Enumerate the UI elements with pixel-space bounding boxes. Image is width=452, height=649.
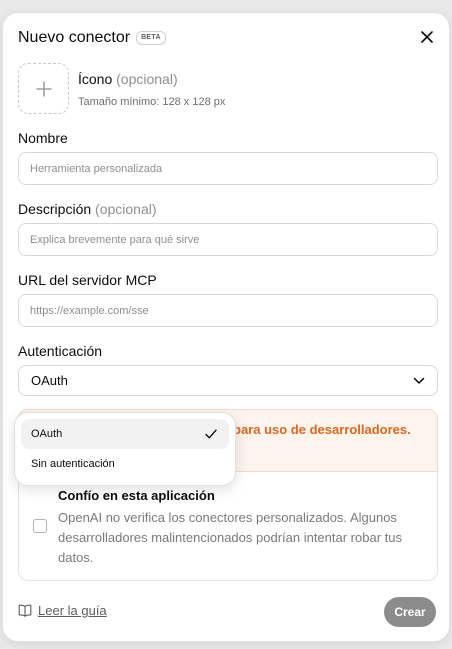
name-input[interactable] <box>18 152 438 185</box>
read-guide-text: Leer la guía <box>38 603 107 618</box>
auth-option-none[interactable]: Sin autenticación <box>21 449 229 479</box>
new-connector-dialog: Nuevo conector BETA Ícono (opcional) Tam… <box>2 12 450 642</box>
auth-select-value: OAuth <box>31 373 68 388</box>
description-optional-text: (opcional) <box>95 201 157 217</box>
dialog-title: Nuevo conector BETA <box>18 28 166 48</box>
description-label: Descripción (opcional) <box>18 200 157 218</box>
checkmark-icon <box>205 429 217 439</box>
auth-option-label: OAuth <box>31 428 63 440</box>
description-label-text: Descripción <box>18 201 92 217</box>
close-icon <box>421 31 433 43</box>
trust-description: OpenAI no verifica los conectores person… <box>58 510 402 565</box>
icon-size-hint: Tamaño mínimo: 128 x 128 px <box>78 96 226 108</box>
auth-option-oauth[interactable]: OAuth <box>21 419 229 449</box>
icon-label-text: Ícono <box>78 71 113 87</box>
warning-text: para uso de desarrolladores. <box>233 422 411 437</box>
plus-icon <box>35 80 52 97</box>
chevron-down-icon <box>413 377 425 384</box>
book-icon <box>18 604 32 617</box>
read-guide-link[interactable]: Leer la guía <box>18 603 107 618</box>
auth-option-label: Sin autenticación <box>31 458 115 470</box>
create-button[interactable]: Crear <box>384 597 436 627</box>
trust-checkbox[interactable] <box>33 519 47 533</box>
description-input[interactable] <box>18 223 438 256</box>
icon-optional-text: (opcional) <box>116 71 178 87</box>
auth-dropdown-menu: OAuth Sin autenticación <box>14 412 236 486</box>
dialog-title-text: Nuevo conector <box>18 29 131 46</box>
trust-section: Confío en esta aplicación OpenAI no veri… <box>18 471 438 581</box>
beta-badge: BETA <box>136 31 166 45</box>
icon-upload-button[interactable] <box>18 63 69 114</box>
trust-title: Confío en esta aplicación <box>58 488 215 503</box>
url-label: URL del servidor MCP <box>18 272 157 288</box>
name-label: Nombre <box>18 130 68 146</box>
close-button[interactable] <box>417 27 437 47</box>
icon-label: Ícono (opcional) <box>78 70 178 88</box>
auth-label: Autenticación <box>18 343 103 359</box>
url-input[interactable] <box>18 294 438 327</box>
auth-select[interactable]: OAuth <box>18 365 438 396</box>
